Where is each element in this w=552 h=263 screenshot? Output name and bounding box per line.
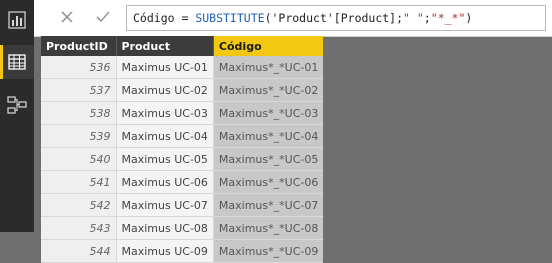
cell-product[interactable]: Maximus UC-03: [116, 101, 214, 125]
data-view-icon: [8, 54, 26, 70]
cell-productid[interactable]: 538: [41, 101, 117, 125]
cell-product[interactable]: Maximus UC-04: [116, 124, 214, 148]
table-row[interactable]: 541 Maximus UC-06 Maximus*_*UC-06: [41, 170, 324, 194]
cell-codigo[interactable]: Maximus*_*UC-01: [213, 56, 324, 79]
formula-bar: Código = SUBSTITUTE('Product'[Product];"…: [34, 0, 552, 37]
table-row[interactable]: 543 Maximus UC-08 Maximus*_*UC-08: [41, 216, 324, 240]
cell-product[interactable]: Maximus UC-02: [116, 78, 214, 102]
cell-productid[interactable]: 544: [41, 239, 117, 263]
cell-productid[interactable]: 537: [41, 78, 117, 102]
model-view-icon: [7, 96, 27, 114]
view-switcher-rail: [0, 0, 34, 232]
cell-codigo[interactable]: Maximus*_*UC-07: [213, 193, 324, 217]
cell-codigo[interactable]: Maximus*_*UC-04: [213, 124, 324, 148]
cell-productid[interactable]: 542: [41, 193, 117, 217]
formula-separator: ;: [423, 11, 431, 25]
table-row[interactable]: 544 Maximus UC-09 Maximus*_*UC-09: [41, 239, 324, 263]
cell-productid[interactable]: 540: [41, 147, 117, 171]
data-table: ProductID Product Código 536 Maximus UC-0…: [41, 36, 324, 263]
cell-product[interactable]: Maximus UC-06: [116, 170, 214, 194]
column-header-productid[interactable]: ProductID: [41, 36, 117, 56]
cell-codigo[interactable]: Maximus*_*UC-02: [213, 78, 324, 102]
powerbi-data-view: Código = SUBSTITUTE('Product'[Product];"…: [0, 0, 552, 263]
cell-codigo[interactable]: Maximus*_*UC-08: [213, 216, 324, 240]
cell-product[interactable]: Maximus UC-01: [116, 56, 214, 79]
formula-prefix: Código =: [133, 11, 196, 25]
cell-product[interactable]: Maximus UC-07: [116, 193, 214, 217]
model-view-button[interactable]: [0, 88, 34, 122]
column-header-codigo[interactable]: Código: [213, 36, 324, 56]
table-body: 536 Maximus UC-01 Maximus*_*UC-01 537 Maximu…: [41, 56, 324, 263]
close-icon: [61, 11, 73, 23]
cell-product[interactable]: Maximus UC-05: [116, 147, 214, 171]
data-view-button[interactable]: [0, 45, 34, 79]
cell-codigo[interactable]: Maximus*_*UC-05: [213, 147, 324, 171]
formula-close: ): [465, 11, 473, 25]
formula-function: SUBSTITUTE: [195, 11, 265, 25]
cell-productid[interactable]: 541: [41, 170, 117, 194]
cell-productid[interactable]: 536: [41, 56, 117, 79]
formula-args: ('Product'[Product];: [264, 11, 404, 25]
header-row: ProductID Product Código: [41, 36, 324, 56]
cell-codigo[interactable]: Maximus*_*UC-03: [213, 101, 324, 125]
formula-string-2: "*_*": [430, 11, 466, 25]
report-view-icon: [8, 11, 26, 29]
table-row[interactable]: 538 Maximus UC-03 Maximus*_*UC-03: [41, 101, 324, 125]
table-row[interactable]: 540 Maximus UC-05 Maximus*_*UC-05: [41, 147, 324, 171]
cancel-formula-button[interactable]: [54, 4, 80, 30]
table-row[interactable]: 542 Maximus UC-07 Maximus*_*UC-07: [41, 193, 324, 217]
report-view-button[interactable]: [0, 3, 34, 37]
cell-productid[interactable]: 543: [41, 216, 117, 240]
table-row[interactable]: 539 Maximus UC-04 Maximus*_*UC-04: [41, 124, 324, 148]
cell-codigo[interactable]: Maximus*_*UC-06: [213, 170, 324, 194]
table-row[interactable]: 537 Maximus UC-02 Maximus*_*UC-02: [41, 78, 324, 102]
checkmark-icon: [96, 11, 110, 23]
commit-formula-button[interactable]: [90, 4, 116, 30]
formula-input[interactable]: Código = SUBSTITUTE('Product'[Product];"…: [126, 5, 546, 31]
column-header-product[interactable]: Product: [116, 36, 214, 56]
cell-product[interactable]: Maximus UC-09: [116, 239, 214, 263]
cell-product[interactable]: Maximus UC-08: [116, 216, 214, 240]
table-row[interactable]: 536 Maximus UC-01 Maximus*_*UC-01: [41, 56, 324, 79]
formula-string-1: " ": [403, 11, 424, 25]
data-grid: ProductID Product Código 536 Maximus UC-0…: [41, 36, 324, 263]
cell-productid[interactable]: 539: [41, 124, 117, 148]
cell-codigo[interactable]: Maximus*_*UC-09: [213, 239, 324, 263]
